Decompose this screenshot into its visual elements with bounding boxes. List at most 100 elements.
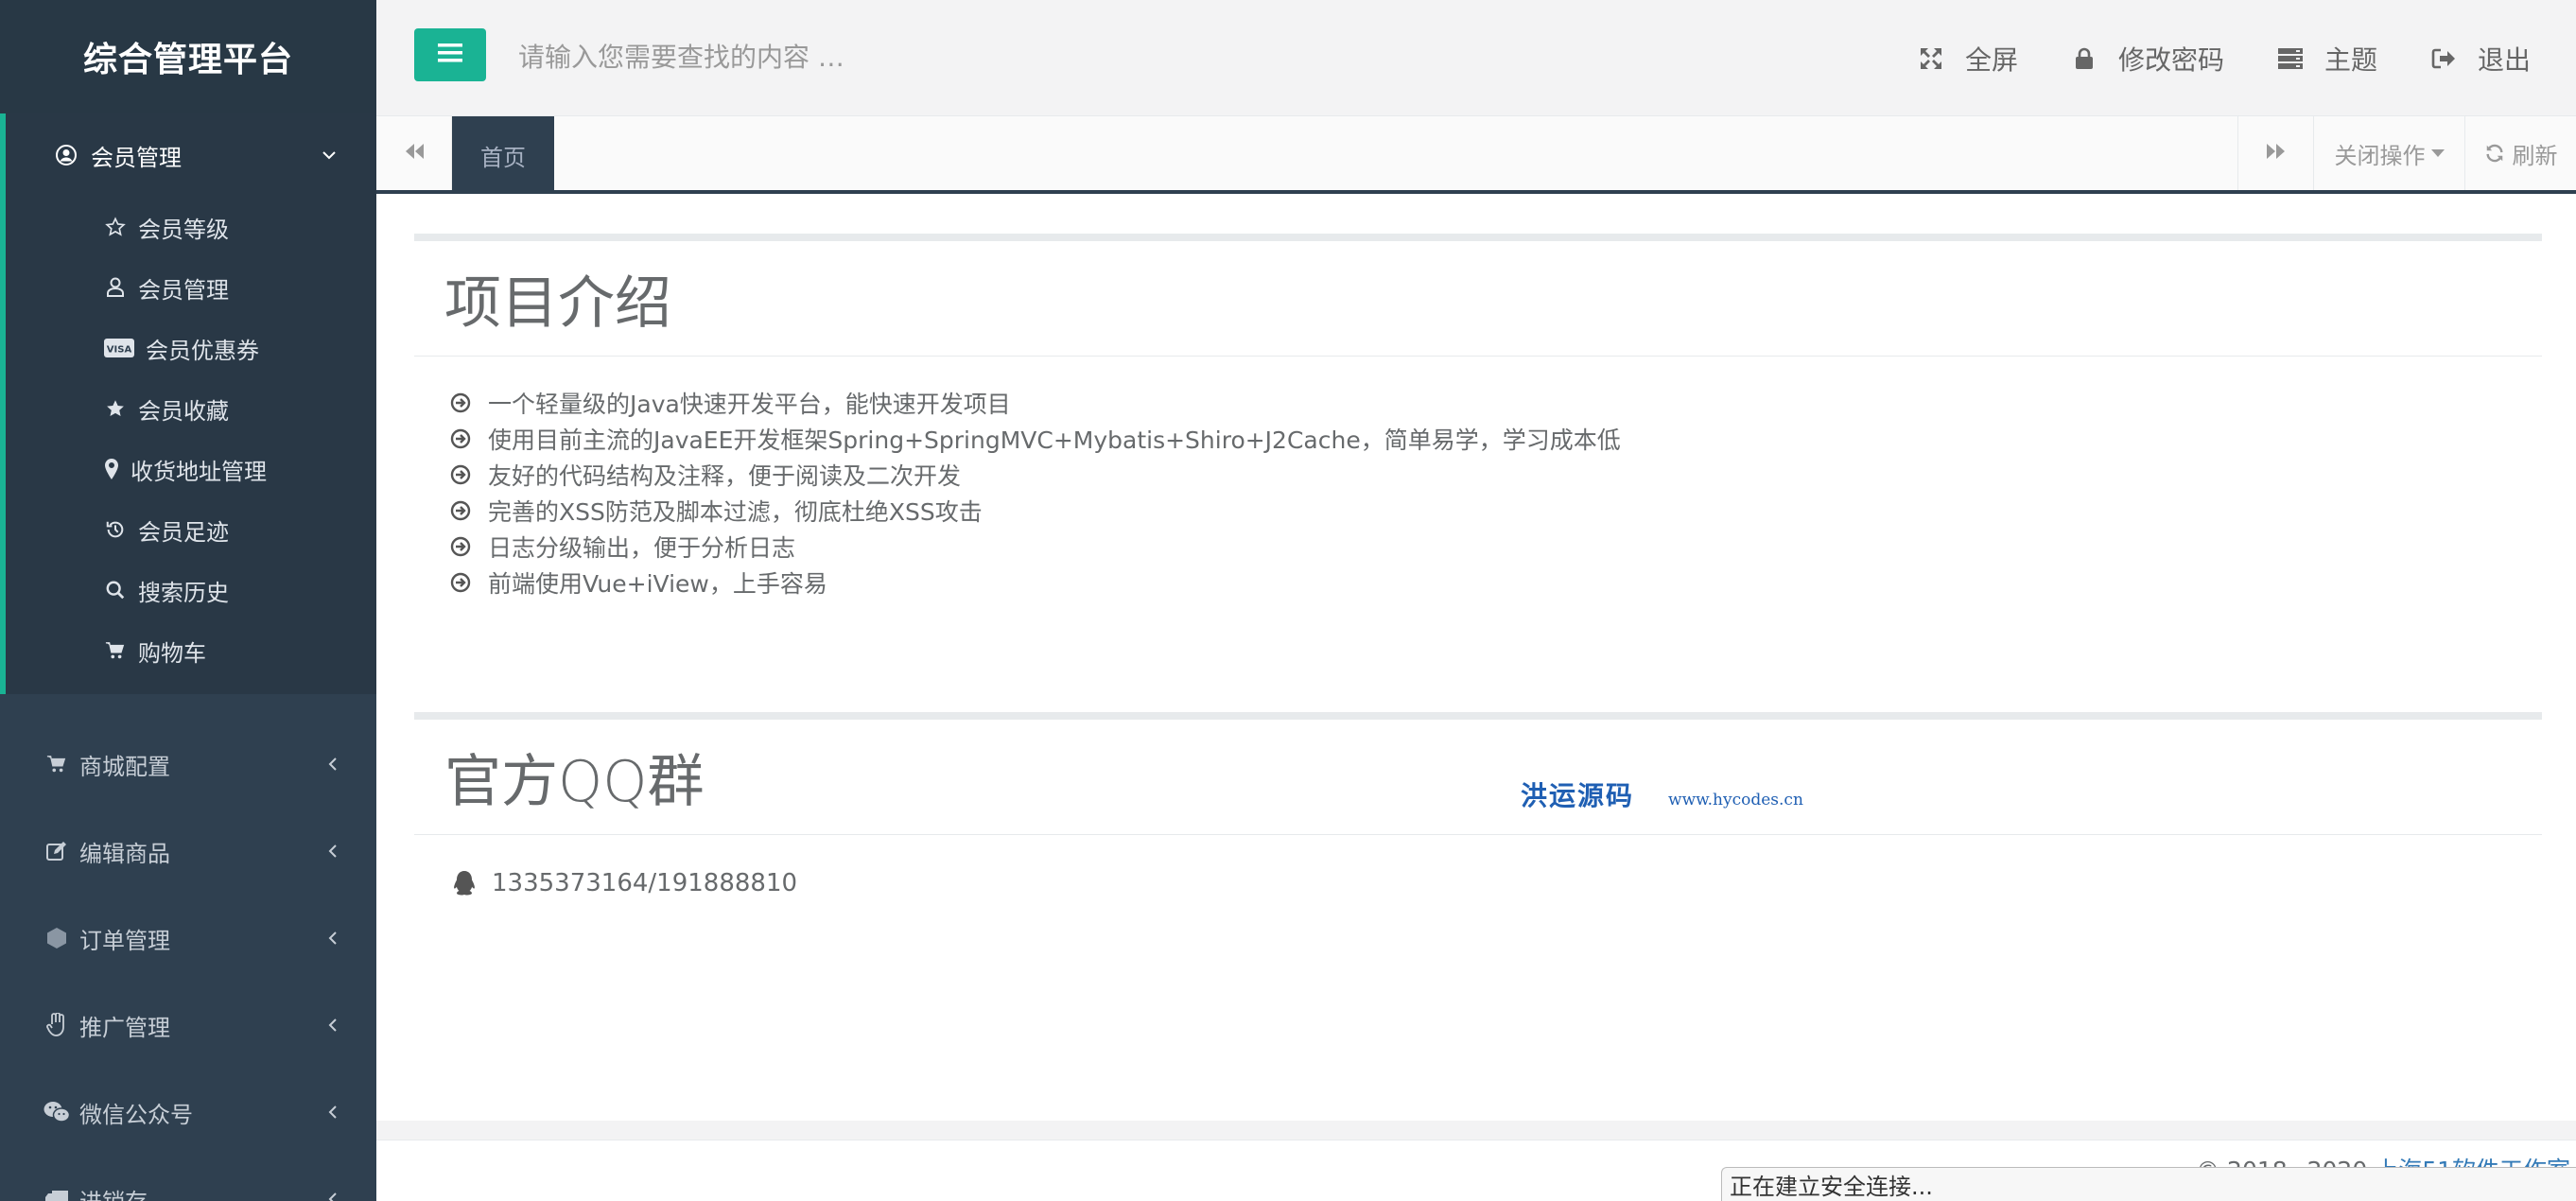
fullscreen-label: 全屏 bbox=[1964, 44, 2018, 76]
feature-text: 使用目前主流的JavaEE开发框架Spring+SpringMVC+Mybati… bbox=[488, 426, 1621, 454]
search-icon bbox=[104, 579, 127, 601]
logout-link[interactable]: 退出 bbox=[2430, 40, 2531, 78]
list-item: 日志分级输出，便于分析日志 bbox=[450, 529, 2542, 565]
sidebar-group-order[interactable]: 订单管理 bbox=[0, 895, 376, 982]
refresh-icon bbox=[2484, 143, 2505, 164]
close-operations-dropdown[interactable]: 关闭操作 bbox=[2313, 116, 2464, 190]
hand-icon bbox=[44, 1012, 70, 1038]
chevron-left-icon bbox=[325, 1016, 340, 1035]
sidebar-group-inventory[interactable]: 进销存 bbox=[0, 1156, 376, 1201]
sidebar-item-member-manage[interactable]: 会员管理 bbox=[6, 257, 376, 318]
forward-icon bbox=[2266, 140, 2287, 166]
sidebar-item-label: 购物车 bbox=[138, 639, 206, 667]
sidebar-group-member: 会员管理 会员等级 会员管理 VISA 会员优惠券 会员收藏 收货地址管理 会员… bbox=[0, 113, 376, 694]
sidebar-item-label: 搜索历史 bbox=[138, 579, 229, 606]
theme-link[interactable]: 主题 bbox=[2277, 40, 2377, 78]
sidebar-group-label: 推广管理 bbox=[79, 1014, 170, 1041]
map-marker-icon bbox=[104, 458, 119, 480]
sidebar-submenu-member: 会员等级 会员管理 VISA 会员优惠券 会员收藏 收货地址管理 会员足迹 搜索… bbox=[6, 197, 376, 694]
sidebar-toggle-button[interactable] bbox=[414, 28, 486, 81]
chevron-left-icon bbox=[325, 1103, 340, 1122]
theme-label: 主题 bbox=[2324, 44, 2377, 76]
feature-text: 友好的代码结构及注释，便于阅读及二次开发 bbox=[488, 462, 962, 490]
user-circle-icon bbox=[53, 142, 79, 168]
close-operations-label: 关闭操作 bbox=[2334, 142, 2426, 169]
list-item: 使用目前主流的JavaEE开发框架Spring+SpringMVC+Mybati… bbox=[450, 421, 2542, 457]
qq-panel: 官方QQ群 1335373164/191888810 bbox=[414, 712, 2542, 901]
sidebar-group-mall-config[interactable]: 商城配置 bbox=[0, 721, 376, 808]
chevron-left-icon bbox=[325, 842, 340, 861]
chevron-left-icon bbox=[325, 929, 340, 948]
chevron-left-icon bbox=[325, 1190, 340, 1201]
chevron-down-icon bbox=[320, 146, 339, 165]
sidebar-group-member-header[interactable]: 会员管理 bbox=[6, 113, 376, 197]
refresh-label: 刷新 bbox=[2512, 142, 2558, 169]
sidebar-item-label: 会员优惠券 bbox=[146, 337, 259, 364]
history-icon bbox=[104, 518, 127, 541]
edit-icon bbox=[44, 838, 70, 864]
tab-home[interactable]: 首页 bbox=[452, 116, 554, 194]
cart-icon bbox=[104, 639, 127, 662]
brand-title: 综合管理平台 bbox=[0, 0, 376, 113]
footer-divider bbox=[376, 1121, 2576, 1140]
arrow-circle-right-icon bbox=[450, 572, 471, 593]
arrow-circle-right-icon bbox=[450, 464, 471, 485]
cart-icon bbox=[44, 751, 70, 777]
sidebar-group-promotion[interactable]: 推广管理 bbox=[0, 982, 376, 1069]
top-header: 全屏 修改密码 主题 退出 bbox=[376, 0, 2576, 116]
arrow-circle-right-icon bbox=[450, 500, 471, 521]
sidebar-item-search-history[interactable]: 搜索历史 bbox=[6, 560, 376, 620]
feature-text: 完善的XSS防范及脚本过滤，彻底杜绝XSS攻击 bbox=[488, 498, 983, 526]
sidebar-item-label: 会员管理 bbox=[138, 276, 229, 304]
sidebar-group-member-label: 会员管理 bbox=[91, 144, 182, 171]
feature-list: 一个轻量级的Java快速开发平台，能快速开发项目 使用目前主流的JavaEE开发… bbox=[414, 357, 2542, 600]
sidebar-group-wechat[interactable]: 微信公众号 bbox=[0, 1069, 376, 1156]
search-input[interactable] bbox=[518, 28, 1180, 85]
sidebar-group-label: 进销存 bbox=[79, 1183, 325, 1201]
lock-icon bbox=[2071, 45, 2097, 72]
feature-text: 一个轻量级的Java快速开发平台，能快速开发项目 bbox=[488, 391, 1011, 418]
star-outline-icon bbox=[104, 216, 127, 238]
hexagon-icon bbox=[44, 925, 70, 951]
feature-text: 日志分级输出，便于分析日志 bbox=[488, 534, 796, 562]
sidebar-item-member-favorite[interactable]: 会员收藏 bbox=[6, 378, 376, 439]
expand-icon bbox=[1918, 45, 1944, 72]
star-icon bbox=[104, 397, 127, 420]
sidebar-group-edit-goods[interactable]: 编辑商品 bbox=[0, 808, 376, 895]
intro-title: 项目介绍 bbox=[414, 241, 2542, 357]
sidebar-item-cart[interactable]: 购物车 bbox=[6, 620, 376, 681]
main-content: 项目介绍 一个轻量级的Java快速开发平台，能快速开发项目 使用目前主流的Jav… bbox=[376, 194, 2576, 1121]
arrow-circle-right-icon bbox=[450, 428, 471, 449]
sidebar-item-member-address[interactable]: 收货地址管理 bbox=[6, 439, 376, 499]
qq-number: 1335373164/191888810 bbox=[492, 869, 798, 897]
sidebar-item-member-level[interactable]: 会员等级 bbox=[6, 197, 376, 257]
list-item: 友好的代码结构及注释，便于阅读及二次开发 bbox=[450, 457, 2542, 493]
qq-group-line: 1335373164/191888810 bbox=[414, 835, 2542, 897]
sidebar-item-label: 会员等级 bbox=[138, 216, 229, 243]
fullscreen-link[interactable]: 全屏 bbox=[1918, 40, 2018, 78]
browser-status-popup: 正在建立安全连接... bbox=[1721, 1167, 2576, 1201]
tabs-scroll-right-button[interactable] bbox=[2237, 116, 2313, 190]
tabs-scroll-left-button[interactable] bbox=[376, 116, 452, 190]
change-password-label: 修改密码 bbox=[2117, 44, 2224, 76]
caret-down-icon bbox=[2430, 149, 2445, 157]
users-icon bbox=[104, 276, 127, 299]
sidebar-item-label: 收货地址管理 bbox=[131, 458, 267, 485]
tabs-actions: 关闭操作 刷新 bbox=[2237, 116, 2576, 190]
sidebar: 综合管理平台 会员管理 会员等级 会员管理 VISA 会员优惠券 会员收藏 收货… bbox=[0, 0, 376, 1201]
wechat-icon bbox=[44, 1099, 70, 1125]
header-actions: 全屏 修改密码 主题 退出 bbox=[1918, 0, 2531, 116]
visa-card-icon: VISA bbox=[104, 337, 134, 359]
feature-text: 前端使用Vue+iView，上手容易 bbox=[488, 570, 827, 598]
backward-icon bbox=[404, 142, 425, 165]
sidebar-group-label: 编辑商品 bbox=[79, 840, 170, 867]
refresh-button[interactable]: 刷新 bbox=[2464, 116, 2576, 190]
arrow-circle-right-icon bbox=[450, 536, 471, 557]
sidebar-group-label: 商城配置 bbox=[79, 753, 170, 780]
change-password-link[interactable]: 修改密码 bbox=[2071, 40, 2224, 78]
list-item: 一个轻量级的Java快速开发平台，能快速开发项目 bbox=[450, 385, 2542, 421]
truck-icon bbox=[44, 1186, 70, 1201]
sidebar-item-member-footprint[interactable]: 会员足迹 bbox=[6, 499, 376, 560]
sidebar-item-member-coupon[interactable]: VISA 会员优惠券 bbox=[6, 318, 376, 378]
qq-title: 官方QQ群 bbox=[414, 720, 2542, 835]
